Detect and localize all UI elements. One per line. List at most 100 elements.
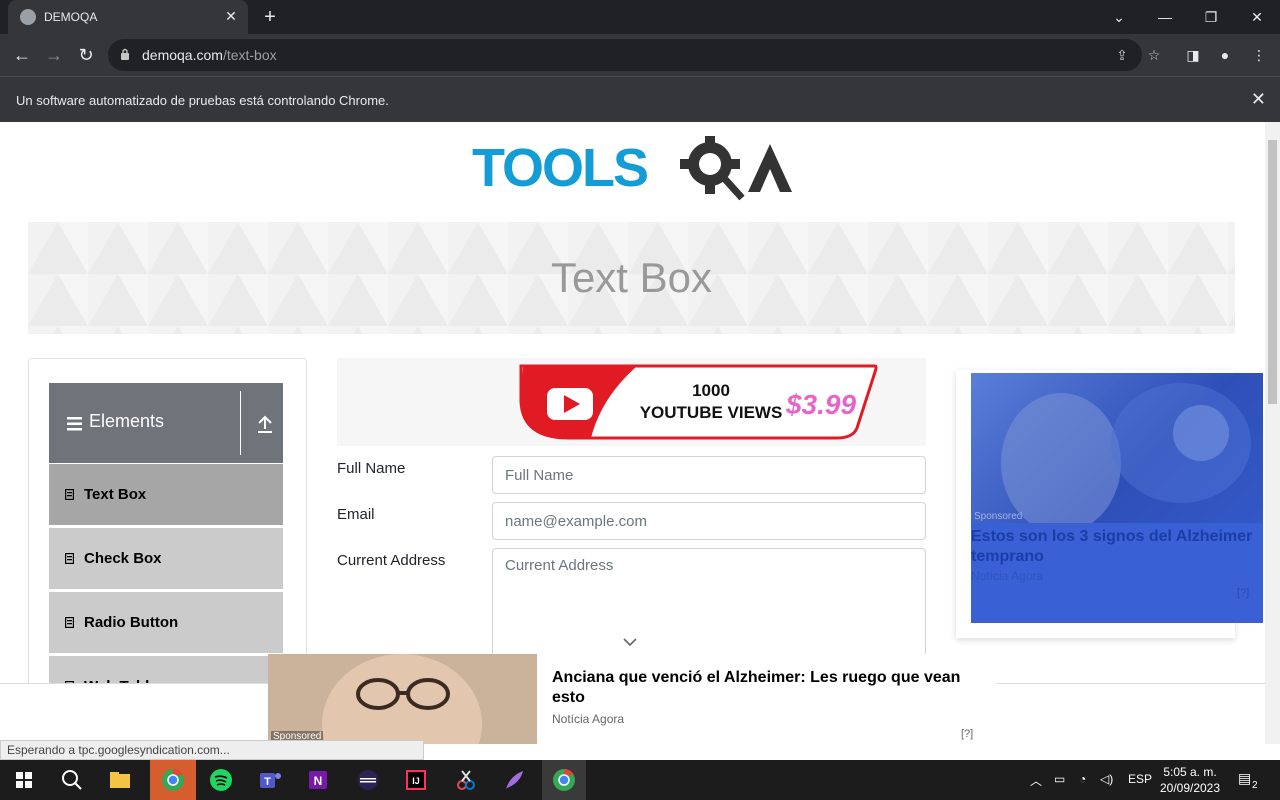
language-indicator[interactable]: ESP [1128,772,1152,786]
minimize-button[interactable]: — [1142,4,1188,30]
form-icon [65,553,74,564]
page-banner: Text Box [28,222,1235,334]
browser-tab-strip: DEMOQA ✕ + ⌄ — ❐ ✕ [0,0,1280,34]
gear-magnifier-icon [680,136,745,201]
volume-icon[interactable]: ◁) [1100,772,1113,786]
onenote-icon[interactable]: N [302,764,334,796]
form-icon [65,489,74,500]
reload-button[interactable]: ↻ [73,42,99,68]
side-panel-icon[interactable]: ◨ [1180,42,1206,68]
youtube-views-ad[interactable]: 1000 YOUTUBE VIEWS $3.99 [337,358,926,446]
intellij-icon[interactable]: IJ [400,764,432,796]
windows-taskbar: T N IJ ︿ ▭ ◔ ◁) ESP 5:05 a. m. 20/09/202… [0,760,1280,800]
search-icon[interactable] [56,764,88,796]
browser-toolbar: ← → ↻ demoqa.com/text-box ⇪ ☆ ◨ ● ⋮ [0,34,1280,76]
address-bar[interactable]: demoqa.com/text-box ⇪ ☆ [108,39,1160,71]
group-title: Elements [89,411,165,431]
globe-icon [20,9,36,25]
teams-icon[interactable]: T [254,764,286,796]
vertical-scrollbar[interactable] [1265,122,1280,744]
sidebar-item-check-box[interactable]: Check Box [49,527,283,589]
elements-group-header[interactable]: Elements [49,383,283,463]
svg-text:N: N [314,774,323,788]
menu-kebab-icon[interactable]: ⋮ [1246,42,1272,68]
ad-card[interactable]: Sponsored Estos son los 3 signos del Alz… [971,373,1263,623]
wifi-icon[interactable]: ◔ [1079,772,1086,786]
full-name-label: Full Name [337,460,406,477]
ad-info-marker[interactable]: [?] [1237,587,1249,599]
notification-count: 2 [1252,780,1258,791]
ad-line-1: 1000 [692,381,730,400]
svg-text:TOOLS: TOOLS [472,138,647,198]
header-divider [240,391,241,455]
page-viewport: TOOLS Text Box Elements Text Box Check B… [0,122,1265,744]
close-window-button[interactable]: ✕ [1234,4,1280,30]
email-label: Email [337,506,375,523]
form-icon [65,617,74,628]
sidebar-item-label: Text Box [84,486,147,503]
clock-date: 20/09/2023 [1159,781,1221,795]
system-clock[interactable]: 5:05 a. m. 20/09/2023 [1158,764,1222,796]
sidebar-item-radio-button[interactable]: Radio Button [49,591,283,653]
ad-photo[interactable]: Sponsored [268,654,537,744]
scrollbar-thumb[interactable] [1268,140,1277,404]
url-text: demoqa.com/text-box [142,47,277,63]
tab-search-icon[interactable]: ⌄ [1096,4,1142,30]
eclipse-icon[interactable] [352,764,384,796]
chevron-down-icon[interactable] [621,636,639,648]
youtube-play-icon [547,388,593,420]
current-address-label: Current Address [337,552,446,569]
right-sidebar-ad[interactable]: Sponsored Estos son los 3 signos del Alz… [956,370,1263,638]
sidebar-item-label: Radio Button [84,614,179,631]
forward-button[interactable]: → [41,42,67,68]
sidebar-item-text-box[interactable]: Text Box [49,463,283,525]
current-address-textarea[interactable] [492,548,926,658]
ad-line-2: YOUTUBE VIEWS [640,403,783,422]
hamburger-icon [67,417,82,431]
brain-illustration [1001,383,1251,523]
loading-status-bar: Esperando a tpc.googlesyndication.com... [0,740,424,760]
spotify-icon[interactable] [205,764,237,796]
infobar-close-icon[interactable]: ✕ [1251,89,1266,110]
infobar-message: Un software automatizado de pruebas está… [16,93,389,108]
tab-title: DEMOQA [44,10,98,24]
toolsqa-logo[interactable]: TOOLS [472,136,796,214]
ad-info-marker[interactable]: [?] [961,728,973,740]
collapse-arrow-icon[interactable] [255,413,275,435]
logo-wordmark: TOOLS [472,138,649,198]
windows-start-icon[interactable] [8,764,40,796]
ad-text-box[interactable]: Anciana que venció el Alzheimer: Les rue… [537,654,996,744]
battery-icon[interactable]: ▭ [1054,772,1065,786]
sponsored-label: Sponsored [974,511,1023,522]
profile-avatar-icon[interactable]: ● [1212,42,1238,68]
new-tab-button[interactable]: + [258,5,282,29]
file-explorer-icon[interactable] [104,764,136,796]
share-icon[interactable]: ⇪ [1112,45,1132,65]
svg-text:IJ: IJ [412,776,420,786]
notifications-icon[interactable]: ▤ [1238,770,1251,787]
feather-app-icon[interactable] [498,764,530,796]
snipping-tool-icon[interactable] [450,764,482,796]
bookmark-star-icon[interactable]: ☆ [1144,45,1164,65]
ad-headline[interactable]: Estos son los 3 signos del Alzheimer tem… [971,527,1261,567]
full-name-input[interactable] [492,456,926,494]
ad-source: Notícia Agora [971,569,1044,583]
ad-source: Notícia Agora [552,712,625,726]
logo-letter-a [748,144,792,192]
back-button[interactable]: ← [9,42,35,68]
lock-icon [121,48,129,60]
sidebar-item-label: Check Box [84,550,162,567]
ad-headline[interactable]: Anciana que venció el Alzheimer: Les rue… [552,668,982,708]
ad-image [971,373,1263,523]
chrome-taskbar-icon-2[interactable] [542,760,586,800]
chrome-taskbar-icon[interactable] [150,760,196,800]
automation-infobar: Un software automatizado de pruebas está… [0,76,1280,122]
close-tab-icon[interactable]: ✕ [222,7,240,25]
ad-price: $3.99 [785,389,856,420]
tray-expand-icon[interactable]: ︿ [1030,772,1042,789]
browser-tab[interactable]: DEMOQA ✕ [8,0,248,34]
restore-button[interactable]: ❐ [1188,4,1234,30]
page-title: Text Box [550,254,713,301]
svg-text:T: T [264,776,271,788]
email-input[interactable] [492,502,926,540]
